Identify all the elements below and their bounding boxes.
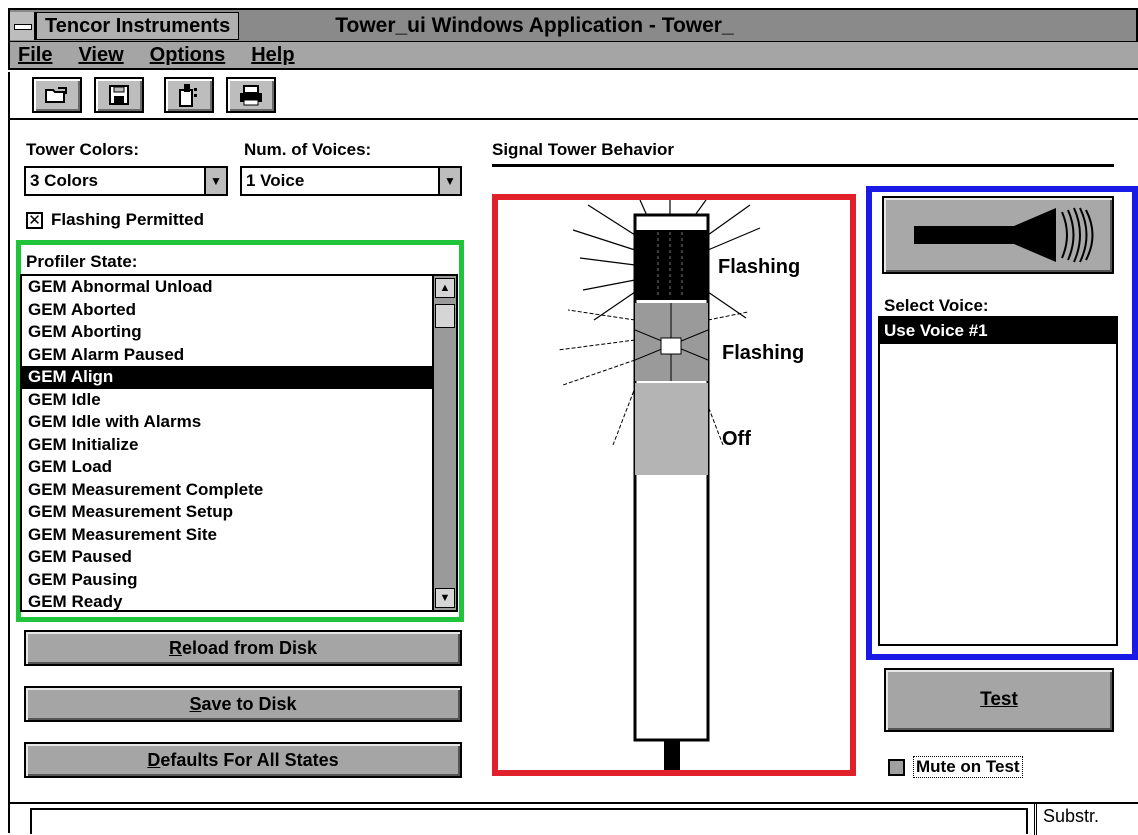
voices-label: Num. of Voices: [244,140,372,159]
list-item[interactable]: GEM Initialize [22,434,432,457]
list-item[interactable]: GEM Load [22,456,432,479]
scroll-down-arrow-icon[interactable]: ▼ [435,588,455,608]
tower-light-top[interactable] [635,230,708,300]
save-button[interactable] [94,77,144,113]
menu-view[interactable]: View [78,44,123,67]
voices-select[interactable]: 1 Voice ▼ [240,166,462,196]
tower-icon [179,84,197,107]
signal-tower-title: Signal Tower Behavior [492,140,675,159]
signal-tower-graphic[interactable] [498,200,850,770]
title-bar: Tencor Instruments Tower_ui Windows Appl… [8,8,1138,42]
list-item[interactable]: GEM Measurement Complete [22,479,432,502]
menu-file[interactable]: File [18,44,52,67]
save-to-disk-button[interactable]: Save to Disk [24,686,462,722]
flashing-permitted-label: Flashing Permitted [51,210,205,229]
list-item[interactable]: GEM Measurement Setup [22,501,432,524]
list-item[interactable]: GEM Alarm Paused [22,344,432,367]
profiler-state-list[interactable]: GEM Abnormal Unload GEM Aborted GEM Aborti… [20,274,458,612]
status-message-field [30,808,1028,834]
play-voice-button[interactable] [882,196,1114,274]
menu-help[interactable]: Help [251,44,294,67]
app-name: Tencor Instruments [36,11,240,40]
list-item[interactable]: GEM Abnormal Unload [22,276,432,299]
defaults-mnemonic: D [147,749,161,770]
defaults-label: efaults For All States [160,749,339,770]
vertical-scrollbar[interactable]: ▲ ▼ [432,276,456,610]
save-disk-icon [109,85,129,105]
select-voice-label: Select Voice: [884,296,989,315]
status-substrate-field: Substr. [1034,804,1138,835]
tower-colors-value: 3 Colors [30,171,99,190]
dropdown-arrow-icon[interactable]: ▼ [204,168,226,194]
tower-config-button[interactable] [164,77,214,113]
tower-pole [664,740,680,770]
voice-list-item[interactable]: Use Voice #1 [880,318,1116,344]
scroll-thumb[interactable] [435,304,455,328]
voice-list[interactable]: Use Voice #1 [878,316,1118,646]
print-button[interactable] [226,77,276,113]
top-light-state: Flashing [718,256,801,278]
list-item[interactable]: GEM Aborted [22,299,432,322]
reload-label: eload from Disk [181,637,318,658]
save-mnemonic: S [189,693,202,714]
menu-options[interactable]: Options [150,44,226,67]
voices-value: 1 Voice [246,171,305,190]
list-item[interactable]: GEM Paused [22,546,432,569]
mute-on-test-row[interactable]: Mute on Test [888,756,1023,778]
dropdown-arrow-icon[interactable]: ▼ [438,168,460,194]
list-item[interactable]: GEM Align [22,366,432,389]
toolbar [8,72,1138,120]
test-label: Test [980,689,1018,710]
flashing-permitted-row[interactable]: ✕ Flashing Permitted [26,210,204,230]
menu-bar: File View Options Help [8,42,1138,70]
tower-light-bottom[interactable] [635,383,708,475]
system-menu-button[interactable] [10,11,36,40]
tower-colors-select[interactable]: 3 Colors ▼ [24,166,228,196]
list-item[interactable]: GEM Ready [22,591,432,610]
open-folder-icon [45,87,67,103]
tower-colors-label: Tower Colors: [26,140,140,159]
middle-light-state: Flashing [722,342,805,364]
section-divider [492,164,1114,167]
window-title: Tower_ui Windows Application - Tower_ [335,13,734,37]
list-item[interactable]: GEM Aborting [22,321,432,344]
list-item[interactable]: GEM Pausing [22,569,432,592]
save-label: ave to Disk [201,693,297,714]
test-button[interactable]: Test [884,668,1114,732]
printer-icon [240,85,262,106]
state-items: GEM Abnormal Unload GEM Aborted GEM Aborti… [22,276,432,610]
bottom-light-state: Off [722,428,751,450]
defaults-for-all-states-button[interactable]: Defaults For All States [24,742,462,778]
flashing-permitted-checkbox[interactable]: ✕ [26,211,43,229]
horn-speaker-icon [914,207,1094,263]
mute-on-test-checkbox[interactable] [888,758,905,776]
reload-from-disk-button[interactable]: Reload from Disk [24,630,462,666]
reload-mnemonic: R [168,637,182,658]
list-item[interactable]: GEM Measurement Site [22,524,432,547]
list-item[interactable]: GEM Idle with Alarms [22,411,432,434]
status-bar: Substr. [8,802,1138,835]
profiler-state-label: Profiler State: [26,252,138,271]
mute-on-test-label: Mute on Test [913,756,1023,778]
scroll-up-arrow-icon[interactable]: ▲ [435,278,455,298]
list-item[interactable]: GEM Idle [22,389,432,412]
open-button[interactable] [32,77,82,113]
